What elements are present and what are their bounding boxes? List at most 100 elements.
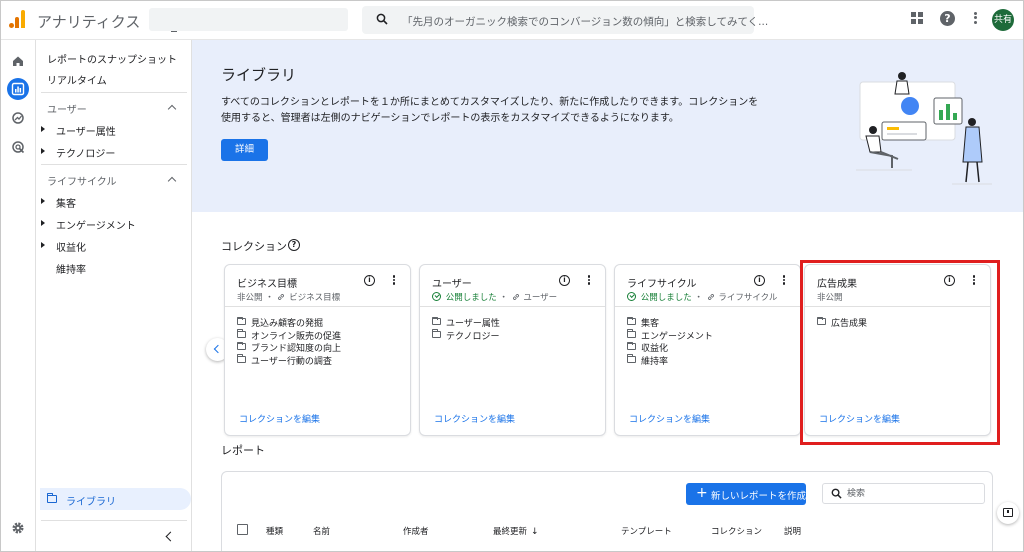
list-item-label: 見込み顧客の発掘 bbox=[251, 319, 324, 329]
chevron-up-icon[interactable] bbox=[167, 104, 177, 114]
info-icon[interactable]: i bbox=[754, 275, 765, 286]
sidebar-item-snapshot[interactable]: レポートのスナップショット bbox=[47, 51, 177, 66]
report-search-input[interactable] bbox=[847, 487, 977, 500]
highlight-annotation bbox=[800, 260, 1000, 445]
home-nav-button[interactable] bbox=[7, 50, 29, 72]
caret-right-icon bbox=[41, 148, 45, 154]
collection-card-business-goals[interactable]: ビジネス目標 i 非公開 ・ ビジネス目標 見込み顧客の発掘 オンライン販売の促… bbox=[224, 264, 411, 436]
side-nav: レポートのスナップショット リアルタイム ユーザー ユーザー属性 テクノロジー … bbox=[36, 40, 192, 552]
sidebar-item-monetization[interactable]: 収益化 bbox=[56, 239, 86, 254]
linked-report: ユーザー bbox=[523, 293, 558, 303]
column-header-collection[interactable]: コレクション bbox=[711, 525, 762, 537]
linked-report: ライフサイクル bbox=[718, 293, 778, 303]
more-vert-icon[interactable] bbox=[781, 274, 787, 286]
sidebar-divider bbox=[41, 92, 187, 93]
column-header-description[interactable]: 説明 bbox=[784, 525, 801, 537]
sidebar-divider bbox=[41, 164, 187, 165]
caret-right-icon bbox=[41, 220, 45, 226]
column-header-name[interactable]: 名前 bbox=[313, 525, 330, 537]
column-header-last-updated[interactable]: 最終更新 ↓ bbox=[493, 525, 539, 537]
card-item-list: 見込み顧客の発掘 オンライン販売の促進 ブランド認知度の向上 ユーザー行動の調査 bbox=[236, 316, 342, 367]
list-item-label: オンライン販売の促進 bbox=[251, 331, 342, 342]
list-item-label: エンゲージメント bbox=[641, 331, 713, 342]
sidebar-item-engagement[interactable]: エンゲージメント bbox=[56, 217, 136, 232]
explore-nav-button[interactable] bbox=[7, 107, 29, 129]
main-content: ライブラリ すべてのコレクションとレポートを１か所にまとめてカスタマイズしたり、… bbox=[192, 40, 1024, 552]
caret-right-icon bbox=[41, 126, 45, 132]
collection-card-user[interactable]: ユーザー i 公開しました ・ ユーザー ユーザー属性 テクノロジー コレクショ… bbox=[419, 264, 606, 436]
learn-more-button[interactable]: 詳細 bbox=[221, 139, 268, 161]
card-title: ライフサイクル bbox=[627, 279, 697, 290]
sidebar-item-realtime[interactable]: リアルタイム bbox=[47, 72, 107, 87]
more-vert-icon[interactable] bbox=[586, 274, 592, 286]
apps-grid-icon[interactable] bbox=[910, 11, 926, 27]
sidebar-section-user[interactable]: ユーザー bbox=[47, 101, 87, 116]
card-title: ビジネス目標 bbox=[237, 279, 297, 290]
edit-collection-link[interactable]: コレクションを編集 bbox=[434, 412, 515, 425]
link-icon bbox=[512, 294, 519, 300]
collections-title: コレクション bbox=[221, 240, 287, 253]
folder-icon bbox=[237, 341, 246, 350]
column-header-author[interactable]: 作成者 bbox=[403, 525, 429, 537]
column-header-template[interactable]: テンプレート bbox=[621, 525, 672, 537]
reports-nav-button[interactable] bbox=[7, 78, 29, 100]
edit-collection-link[interactable]: コレクションを編集 bbox=[629, 412, 710, 425]
list-item-label: ブランド認知度の向上 bbox=[251, 344, 342, 354]
reports-panel: + 新しいレポートを作成 種類 名前 作成者 最終更新↓ テンプレート コレクシ… bbox=[221, 471, 993, 552]
sidebar-section-lifecycle[interactable]: ライフサイクル bbox=[47, 173, 117, 188]
gear-icon[interactable] bbox=[11, 521, 25, 535]
select-all-checkbox[interactable] bbox=[237, 524, 248, 535]
card-divider bbox=[615, 306, 800, 307]
caret-right-icon bbox=[41, 242, 45, 248]
sidebar-item-retention[interactable]: 維持率 bbox=[56, 261, 86, 276]
bar-chart-icon bbox=[11, 82, 25, 96]
list-item: ユーザー行動の調査 bbox=[236, 354, 341, 367]
sidebar-item-library[interactable]: ライブラリ bbox=[40, 488, 191, 510]
report-search-field[interactable] bbox=[822, 483, 985, 504]
column-header-label: 最終更新 bbox=[493, 527, 528, 537]
list-item: オンライン販売の促進 bbox=[236, 329, 341, 342]
folder-icon bbox=[237, 316, 246, 325]
list-item: 収益化 bbox=[626, 341, 713, 354]
card-status: 非公開 ・ ビジネス目標 bbox=[237, 291, 340, 303]
top-bar: アナリティクス 「先月のオーガニック検索でのコンバージョン数の傾向」と検索してみ… bbox=[0, 0, 1024, 40]
sidebar-item-tech[interactable]: テクノロジー bbox=[56, 145, 115, 160]
sidebar-item-label: ライブラリ bbox=[66, 497, 116, 508]
folder-icon bbox=[627, 354, 636, 363]
info-icon[interactable]: i bbox=[559, 275, 570, 286]
feedback-button[interactable] bbox=[997, 502, 1019, 524]
more-vert-icon[interactable] bbox=[968, 10, 982, 26]
sidebar-item-demographics[interactable]: ユーザー属性 bbox=[56, 123, 116, 138]
edit-collection-link[interactable]: コレクションを編集 bbox=[239, 412, 320, 425]
left-rail bbox=[0, 40, 36, 552]
collection-card-lifecycle[interactable]: ライフサイクル i 公開しました ・ ライフサイクル 集客 エンゲージメント 収… bbox=[614, 264, 801, 436]
help-icon[interactable]: ? bbox=[940, 11, 955, 26]
create-report-button[interactable]: + 新しいレポートを作成 bbox=[686, 483, 806, 505]
column-header-type[interactable]: 種類 bbox=[266, 525, 283, 537]
search-icon bbox=[376, 13, 388, 25]
advertising-nav-button[interactable] bbox=[7, 136, 29, 158]
card-status: 公開しました ・ ライフサイクル bbox=[627, 291, 777, 303]
status-separator: ・ bbox=[694, 293, 703, 303]
sidebar-item-acquisition[interactable]: 集客 bbox=[56, 195, 76, 210]
search-bar[interactable]: 「先月のオーガニック検索でのコンバージョン数の傾向」と検索してみてく... bbox=[362, 6, 768, 34]
card-status: 公開しました ・ ユーザー bbox=[432, 291, 557, 303]
list-item: 見込み顧客の発掘 bbox=[236, 316, 341, 329]
avatar[interactable]: 共有 bbox=[992, 9, 1014, 31]
account-selector[interactable] bbox=[149, 8, 348, 32]
folder-icon bbox=[627, 341, 636, 350]
more-vert-icon[interactable] bbox=[391, 274, 397, 286]
help-icon[interactable]: ? bbox=[288, 239, 300, 251]
info-icon[interactable]: i bbox=[364, 275, 375, 286]
search-icon bbox=[831, 488, 842, 499]
card-divider bbox=[225, 306, 410, 307]
folder-icon bbox=[237, 354, 246, 363]
analytics-logo-icon[interactable] bbox=[9, 10, 27, 28]
reports-title: レポート bbox=[221, 444, 265, 457]
status-separator: ・ bbox=[265, 293, 274, 303]
collapse-nav-chevron-icon[interactable] bbox=[165, 531, 176, 542]
chevron-up-icon[interactable] bbox=[167, 176, 177, 186]
list-item: テクノロジー bbox=[431, 329, 500, 342]
list-item-label: テクノロジー bbox=[446, 331, 500, 342]
arrow-down-icon: ↓ bbox=[531, 527, 539, 537]
